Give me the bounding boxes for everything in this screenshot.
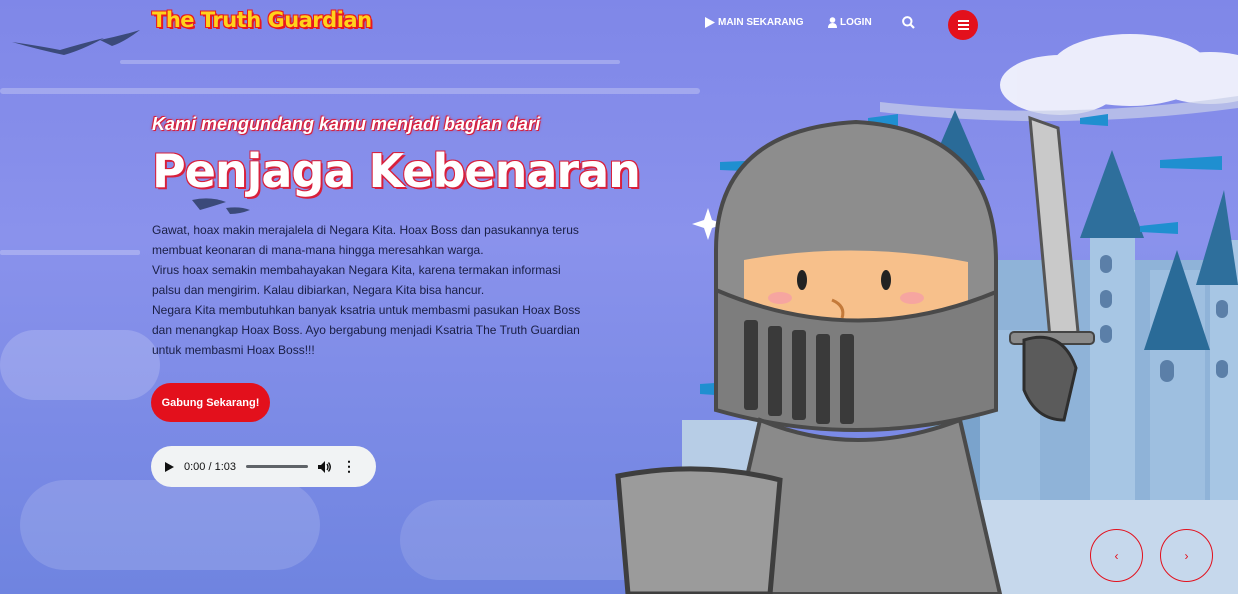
hero-description: Gawat, hoax makin merajalela di Negara K… — [152, 220, 592, 360]
hero-paragraph: Virus hoax semakin membahayakan Negara K… — [152, 263, 561, 297]
user-icon — [828, 17, 837, 28]
hero-paragraph: Gawat, hoax makin merajalela di Negara K… — [152, 223, 579, 257]
audio-progress-bar[interactable] — [246, 465, 308, 468]
nav-login-label: LOGIN — [840, 17, 872, 28]
audio-player: 0:00 / 1:03 ⋮ — [151, 446, 376, 487]
site-logo[interactable]: The Truth Guardian — [152, 8, 372, 32]
volume-icon[interactable] — [318, 460, 332, 473]
play-icon — [705, 17, 715, 28]
audio-play-icon[interactable] — [165, 461, 174, 472]
nav-play-label: MAIN SEKARANG — [718, 17, 804, 28]
search-button[interactable] — [902, 16, 915, 29]
join-now-button[interactable]: Gabung Sekarang! — [151, 383, 270, 422]
more-options-icon[interactable]: ⋮ — [342, 458, 356, 475]
audio-time: 0:00 / 1:03 — [184, 460, 236, 473]
hero-title: Penjaga Kebenaran — [152, 144, 641, 198]
hero-paragraph: Negara Kita membutuhkan banyak ksatria u… — [152, 303, 581, 357]
nav-play-link[interactable]: MAIN SEKARANG — [705, 17, 804, 28]
slider-prev-button[interactable]: ‹ — [1090, 529, 1143, 582]
slider-next-button[interactable]: › — [1160, 529, 1213, 582]
chevron-left-icon: ‹ — [1114, 548, 1119, 563]
hero-subtitle: Kami mengundang kamu menjadi bagian dari — [152, 114, 541, 134]
chevron-right-icon: › — [1184, 548, 1189, 563]
hamburger-icon — [957, 20, 969, 30]
search-icon — [902, 16, 915, 29]
nav-login-link[interactable]: LOGIN — [828, 17, 872, 28]
menu-button[interactable] — [948, 10, 978, 40]
